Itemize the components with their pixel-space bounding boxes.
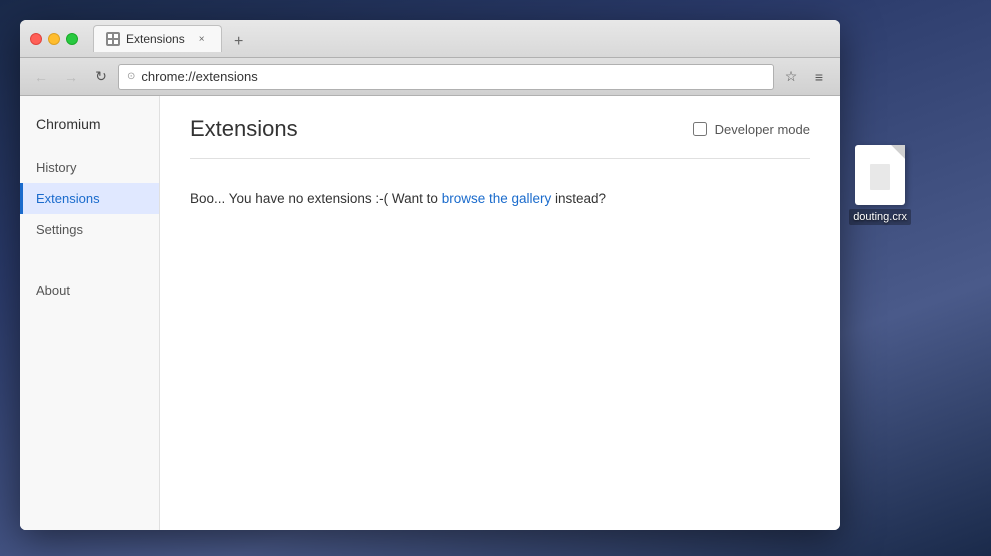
traffic-lights bbox=[30, 33, 78, 45]
nav-actions: ☆ ≡ bbox=[778, 64, 832, 90]
tab-close-button[interactable]: × bbox=[195, 32, 209, 46]
empty-message-prefix: Boo... You have no extensions :-( bbox=[190, 191, 388, 206]
back-button[interactable]: ← bbox=[28, 64, 54, 90]
developer-mode-label: Developer mode bbox=[715, 122, 810, 137]
forward-button[interactable]: → bbox=[58, 64, 84, 90]
empty-message-suffix: instead? bbox=[555, 191, 606, 206]
desktop-file-icon[interactable]: douting.crx bbox=[849, 145, 911, 225]
navigation-bar: ← → ↻ ⊙ ☆ ≡ bbox=[20, 58, 840, 96]
sidebar-item-extensions[interactable]: Extensions bbox=[20, 183, 159, 214]
close-button[interactable] bbox=[30, 33, 42, 45]
tab-extensions[interactable]: Extensions × bbox=[93, 25, 222, 52]
browser-window: Extensions × + ← → ↻ ⊙ ☆ ≡ bbox=[20, 20, 840, 530]
developer-mode-checkbox[interactable] bbox=[693, 122, 707, 136]
developer-mode-control[interactable]: Developer mode bbox=[693, 122, 810, 137]
page-title: Extensions bbox=[190, 116, 298, 142]
new-tab-button[interactable]: + bbox=[226, 32, 252, 52]
tab-title: Extensions bbox=[126, 32, 185, 46]
maximize-button[interactable] bbox=[66, 33, 78, 45]
file-name-label: douting.crx bbox=[849, 209, 911, 225]
file-icon-inner bbox=[870, 164, 890, 190]
minimize-button[interactable] bbox=[48, 33, 60, 45]
tab-bar: Extensions × + bbox=[93, 25, 830, 52]
tab-extensions-icon bbox=[106, 32, 120, 46]
sidebar-item-settings[interactable]: Settings bbox=[20, 214, 159, 245]
sidebar-nav: History Extensions Settings About bbox=[20, 152, 159, 306]
sidebar-item-history[interactable]: History bbox=[20, 152, 159, 183]
address-input[interactable] bbox=[141, 69, 765, 84]
sidebar-brand: Chromium bbox=[20, 116, 159, 152]
content-area: Chromium History Extensions Settings Abo… bbox=[20, 96, 840, 530]
lock-icon: ⊙ bbox=[127, 71, 135, 82]
sidebar-gap bbox=[20, 245, 159, 275]
address-bar[interactable]: ⊙ bbox=[118, 64, 774, 90]
main-panel: Extensions Developer mode Boo... You hav… bbox=[160, 96, 840, 530]
sidebar-item-about[interactable]: About bbox=[20, 275, 159, 306]
title-bar: Extensions × + bbox=[20, 20, 840, 58]
empty-message-middle: Want to bbox=[392, 191, 442, 206]
empty-state: Boo... You have no extensions :-( Want t… bbox=[190, 189, 810, 209]
page-header: Extensions Developer mode bbox=[190, 116, 810, 159]
sidebar: Chromium History Extensions Settings Abo… bbox=[20, 96, 160, 530]
browse-gallery-link[interactable]: browse the gallery bbox=[442, 191, 552, 206]
reload-button[interactable]: ↻ bbox=[88, 64, 114, 90]
bookmark-button[interactable]: ☆ bbox=[778, 64, 804, 90]
menu-button[interactable]: ≡ bbox=[806, 64, 832, 90]
crx-file-icon bbox=[855, 145, 905, 205]
